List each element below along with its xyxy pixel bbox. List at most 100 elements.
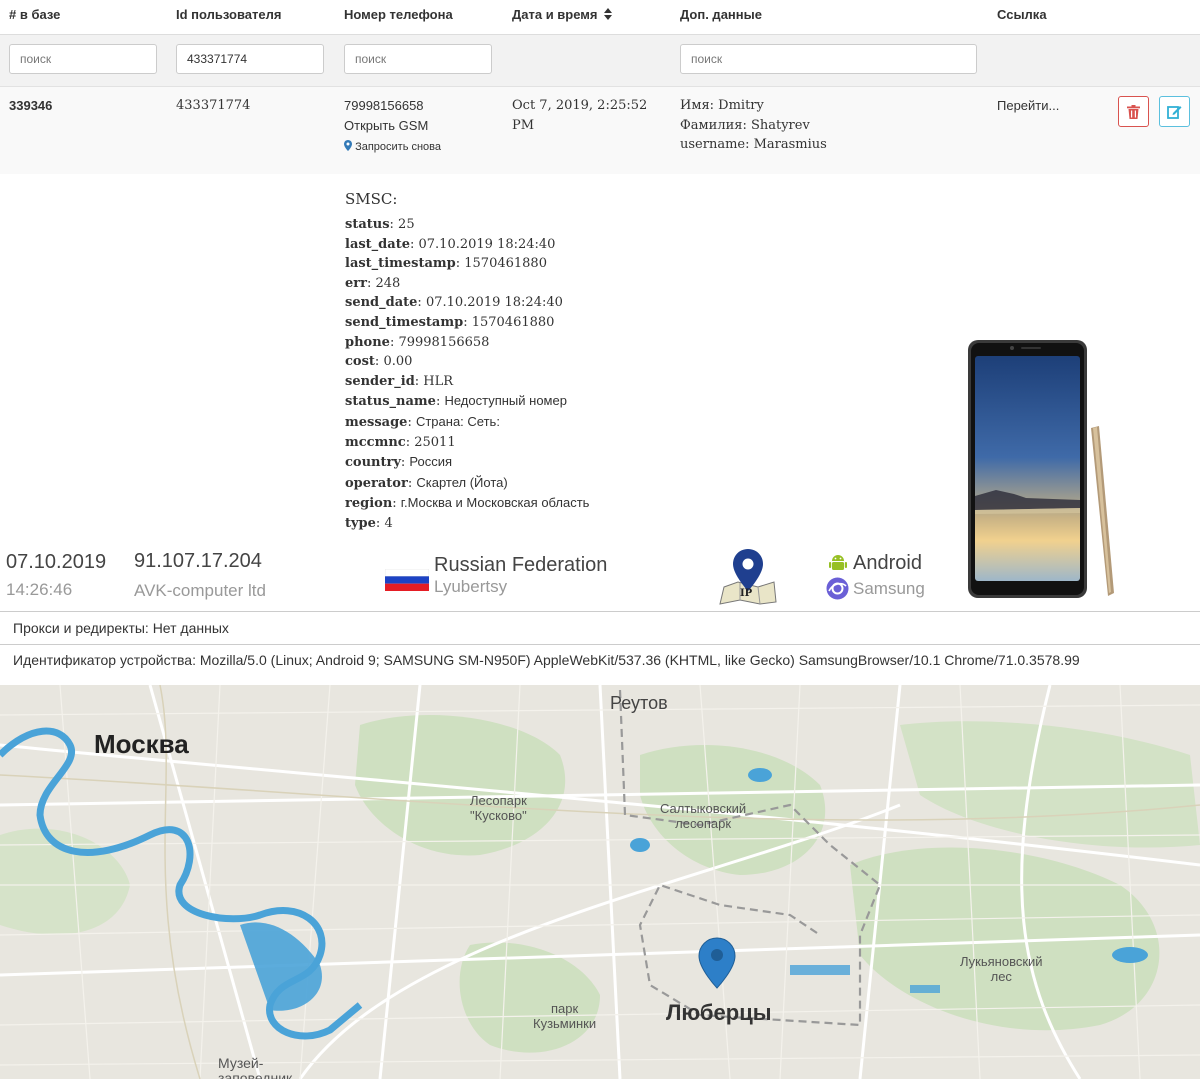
first-name-text: Имя: Dmitry <box>680 98 764 113</box>
smsc-field-value: Россия <box>409 454 453 470</box>
map-label-kuskovo: Лесопарк "Кусково" <box>470 793 527 823</box>
smsc-field: status: 25 <box>345 217 415 232</box>
city-name: Lyubertsy <box>434 577 508 596</box>
phone-device-image <box>968 340 1114 598</box>
smsc-field-key: last_timestamp <box>345 256 456 272</box>
smsc-field-key: mccmnc <box>345 434 406 450</box>
phone-link[interactable]: 79998156658 <box>344 96 424 116</box>
request-again-link[interactable]: Запросить снова <box>344 137 441 157</box>
header-datetime[interactable]: Дата и время <box>512 7 613 22</box>
smsc-field-key: send_date <box>345 295 418 311</box>
smsc-field-key: operator <box>345 475 408 491</box>
header-phone: Номер телефона <box>344 7 453 22</box>
smsc-title: SMSC: <box>345 190 398 208</box>
smsc-field: send_timestamp: 1570461880 <box>345 314 555 330</box>
user-id-search-input[interactable] <box>176 44 324 74</box>
smsc-field-key: region <box>345 496 393 512</box>
android-icon <box>829 555 847 570</box>
smsc-field: type: 4 <box>345 515 393 531</box>
smsc-field-value: 25011 <box>414 434 456 450</box>
smsc-field: err: 248 <box>345 275 401 291</box>
table-row: 339346 433371774 79998156658 Открыть GSM… <box>0 87 1200 174</box>
smsc-field: last_timestamp: 1570461880 <box>345 256 547 272</box>
location-map[interactable]: Москва Реутов Лесопарк "Кусково" Салтыко… <box>0 685 1200 1079</box>
ip-map-icon[interactable]: IP <box>718 547 778 605</box>
smsc-field: sender_id: HLR <box>345 373 454 389</box>
russia-flag-icon <box>385 569 429 591</box>
header-link: Ссылка <box>997 7 1047 22</box>
smsc-field: cost: 0.00 <box>345 354 413 370</box>
isp-name: AVK-computer ltd <box>134 581 266 600</box>
header-db-id: # в базе <box>9 7 61 22</box>
smsc-field: send_date: 07.10.2019 18:24:40 <box>345 295 563 311</box>
smsc-field-key: status_name <box>345 394 436 410</box>
smsc-field: phone: 79998156658 <box>345 334 490 350</box>
smsc-field: operator: Скартел (Йота) <box>345 474 508 491</box>
smsc-field-key: country <box>345 455 401 471</box>
header-user-id: Id пользователя <box>176 7 282 22</box>
smsc-field-key: send_timestamp <box>345 314 464 330</box>
smsc-field-value: 4 <box>384 515 393 531</box>
map-label-lyubertsy: Люберцы <box>666 1000 772 1025</box>
proxy-info: Прокси и редиректы: Нет данных <box>0 611 1200 644</box>
visit-date: 07.10.2019 <box>6 551 107 573</box>
device-user-agent: Идентификатор устройства: Mozilla/5.0 (L… <box>0 644 1200 684</box>
os-name: Android <box>853 552 922 574</box>
delete-button[interactable] <box>1118 96 1149 127</box>
username-text: username: Marasmius <box>680 137 827 152</box>
smsc-field: last_date: 07.10.2019 18:24:40 <box>345 236 556 252</box>
smsc-field: mccmnc: 25011 <box>345 434 456 450</box>
smsc-field-key: message <box>345 414 408 430</box>
smsc-field-value: 0.00 <box>383 354 413 370</box>
smsc-field-key: phone <box>345 334 390 350</box>
request-again-label: Запросить снова <box>355 141 442 153</box>
smsc-field-value: 1570461880 <box>471 314 555 330</box>
ip-address: 91.107.17.204 <box>134 550 262 572</box>
go-link[interactable]: Перейти... <box>997 96 1059 116</box>
datetime-cell: Oct 7, 2019, 2:25:52 PM <box>512 98 648 133</box>
ip-map-label: IP <box>740 588 753 599</box>
samsung-browser-icon <box>826 577 849 600</box>
smsc-field-key: type <box>345 515 376 531</box>
filter-row <box>0 35 1200 87</box>
browser-name: Samsung <box>853 579 925 598</box>
db-id-cell: 339346 <box>9 98 53 113</box>
map-label-moscow: Москва <box>94 729 189 759</box>
map-label-lukyanovsky: Лукьяновский лес <box>960 954 1043 984</box>
trash-icon <box>1127 105 1140 119</box>
smsc-field: status_name: Недоступный номер <box>345 393 567 410</box>
extra-search-input[interactable] <box>680 44 977 74</box>
smsc-field: message: Страна: Сеть: <box>345 413 500 430</box>
smsc-field-value: 79998156658 <box>398 334 490 350</box>
sort-icon[interactable] <box>604 8 613 20</box>
smsc-field-value: HLR <box>423 373 454 389</box>
smsc-field-key: status <box>345 217 390 232</box>
smsc-field: country: Россия <box>345 454 453 471</box>
smsc-field: region: г.Москва и Московская область <box>345 495 590 512</box>
smsc-field-key: last_date <box>345 236 410 252</box>
table-header: # в базе Id пользователя Номер телефона … <box>0 0 1200 36</box>
smsc-field-value: 248 <box>375 275 401 291</box>
country-name: Russian Federation <box>434 554 608 576</box>
smsc-field-key: err <box>345 275 367 291</box>
location-marker-icon[interactable] <box>698 937 736 989</box>
map-label-reutov: Реутов <box>610 693 668 713</box>
visit-time: 14:26:46 <box>6 580 73 599</box>
smsc-field-value: 25 <box>398 217 415 232</box>
header-extra: Доп. данные <box>680 7 762 22</box>
edit-button[interactable] <box>1159 96 1190 127</box>
smsc-field-value: Скартел (Йота) <box>416 474 508 490</box>
map-marker-icon <box>344 140 352 151</box>
map-label-museum: Музей- заповедник <box>218 1055 293 1079</box>
open-gsm-link[interactable]: Открыть GSM <box>344 116 428 136</box>
smsc-field-value: Страна: Сеть: <box>415 413 500 429</box>
map-label-saltykovsky: Салтыковский лесопарк <box>660 801 747 831</box>
smsc-field-value: 07.10.2019 18:24:40 <box>425 295 563 311</box>
smsc-field-value: 07.10.2019 18:24:40 <box>418 236 556 252</box>
smsc-details: SMSC: status: 25 last_date: 07.10.2019 18… <box>345 190 589 534</box>
phone-search-input[interactable] <box>344 44 492 74</box>
map-label-kuzminki: парк Кузьминки <box>533 1001 597 1031</box>
db-id-search-input[interactable] <box>9 44 157 74</box>
user-id-cell: 433371774 <box>176 98 251 113</box>
header-datetime-label: Дата и время <box>512 7 598 22</box>
